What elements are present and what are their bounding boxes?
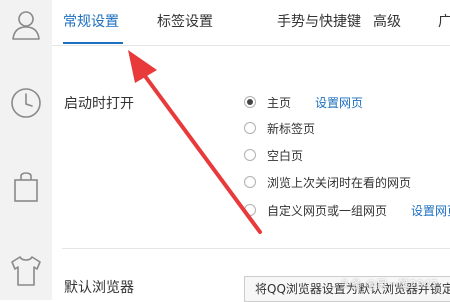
watermark-text: 头条 @黑一笔2947 — [340, 278, 438, 291]
clock-icon[interactable] — [8, 85, 44, 121]
radio-button[interactable] — [244, 204, 256, 216]
option-label: 新标签页 — [267, 121, 316, 136]
startup-option-homepage[interactable]: 主页 设置网页 — [244, 93, 363, 111]
sidebar — [0, 0, 52, 300]
radio-button[interactable] — [244, 149, 256, 161]
radio-button[interactable] — [244, 96, 256, 108]
radio-button[interactable] — [244, 122, 256, 134]
active-tab-indicator — [63, 42, 123, 44]
tab-tab-settings[interactable]: 标签设置 — [157, 12, 213, 32]
user-icon[interactable] — [8, 6, 44, 42]
startup-option-last-session[interactable]: 浏览上次关闭时在看的网页 — [244, 173, 411, 191]
settings-tabs: 常规设置 标签设置 手势与快捷键 高级 广 — [52, 0, 450, 46]
option-label: 自定义网页或一组网页 — [267, 203, 388, 218]
startup-option-custom-pages[interactable]: 自定义网页或一组网页 设置网页 — [244, 201, 450, 219]
tab-more[interactable]: 广 — [438, 12, 450, 32]
option-label: 浏览上次关闭时在看的网页 — [267, 175, 412, 190]
startup-option-blank-page[interactable]: 空白页 — [244, 146, 303, 164]
set-custom-pages-link[interactable]: 设置网页 — [411, 202, 450, 219]
set-homepage-link[interactable]: 设置网页 — [315, 94, 363, 111]
shirt-icon[interactable] — [8, 252, 44, 288]
startup-label: 启动时打开 — [64, 96, 134, 112]
startup-option-new-tab[interactable]: 新标签页 — [244, 119, 315, 137]
shopping-bag-icon[interactable] — [8, 168, 44, 204]
default-browser-label: 默认浏览器 — [64, 280, 134, 296]
tab-advanced[interactable]: 高级 — [373, 12, 401, 32]
tab-gestures-shortcuts[interactable]: 手势与快捷键 — [277, 12, 361, 32]
section-divider — [62, 248, 450, 249]
option-label: 主页 — [267, 95, 292, 110]
option-label: 空白页 — [267, 148, 304, 163]
tab-general-settings[interactable]: 常规设置 — [63, 12, 119, 32]
tabs-divider — [52, 45, 450, 46]
radio-button[interactable] — [244, 176, 256, 188]
